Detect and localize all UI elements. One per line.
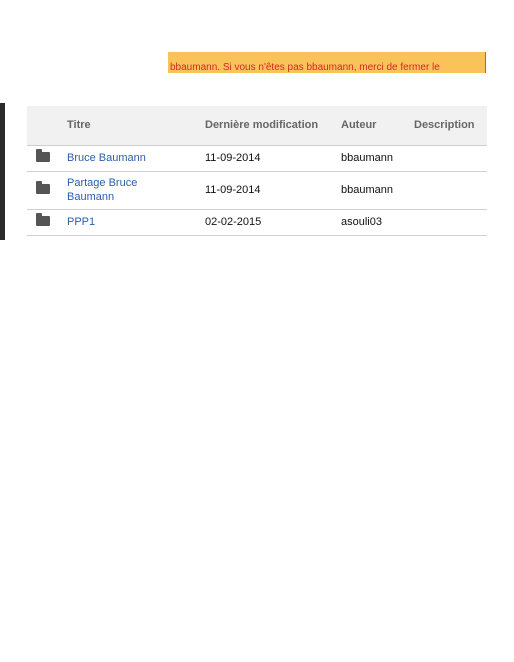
row-title-cell: Bruce Baumann: [67, 145, 205, 172]
folder-link[interactable]: PPP1: [67, 216, 95, 228]
row-author: bbaumann: [341, 145, 414, 172]
header-description[interactable]: Description: [414, 106, 487, 146]
row-author: asouli03: [341, 209, 414, 236]
table-header-row: Titre Dernière modification Auteur Descr…: [27, 106, 487, 146]
row-icon-cell: [27, 171, 67, 210]
row-icon-cell: [27, 145, 67, 172]
folder-icon: [36, 181, 50, 194]
folder-icon: [36, 213, 50, 226]
row-description: [414, 145, 487, 172]
row-modified: 02-02-2015: [205, 209, 341, 236]
warning-text: bbaumann. Si vous n'êtes pas bbaumann, m…: [170, 62, 440, 73]
header-author[interactable]: Auteur: [341, 106, 414, 146]
table-row[interactable]: Partage Bruce Baumann 11-09-2014 bbauman…: [27, 171, 487, 210]
folder-link[interactable]: Partage Bruce Baumann: [67, 177, 137, 203]
row-description: [414, 209, 487, 236]
row-title-cell: Partage Bruce Baumann: [67, 171, 205, 210]
header-title[interactable]: Titre: [67, 106, 205, 146]
row-modified: 11-09-2014: [205, 171, 341, 210]
table-row[interactable]: PPP1 02-02-2015 asouli03: [27, 209, 487, 236]
left-edge-bar: [0, 103, 5, 240]
header-modified[interactable]: Dernière modification: [205, 106, 341, 146]
warning-banner: bbaumann. Si vous n'êtes pas bbaumann, m…: [168, 52, 486, 73]
row-modified: 11-09-2014: [205, 145, 341, 172]
row-description: [414, 171, 487, 210]
header-icon-column: [27, 106, 67, 146]
row-author: bbaumann: [341, 171, 414, 210]
folder-icon: [36, 149, 50, 162]
folder-link[interactable]: Bruce Baumann: [67, 152, 146, 164]
row-title-cell: PPP1: [67, 209, 205, 236]
documents-table: Titre Dernière modification Auteur Descr…: [27, 106, 487, 236]
table-row[interactable]: Bruce Baumann 11-09-2014 bbaumann: [27, 145, 487, 172]
row-icon-cell: [27, 209, 67, 236]
